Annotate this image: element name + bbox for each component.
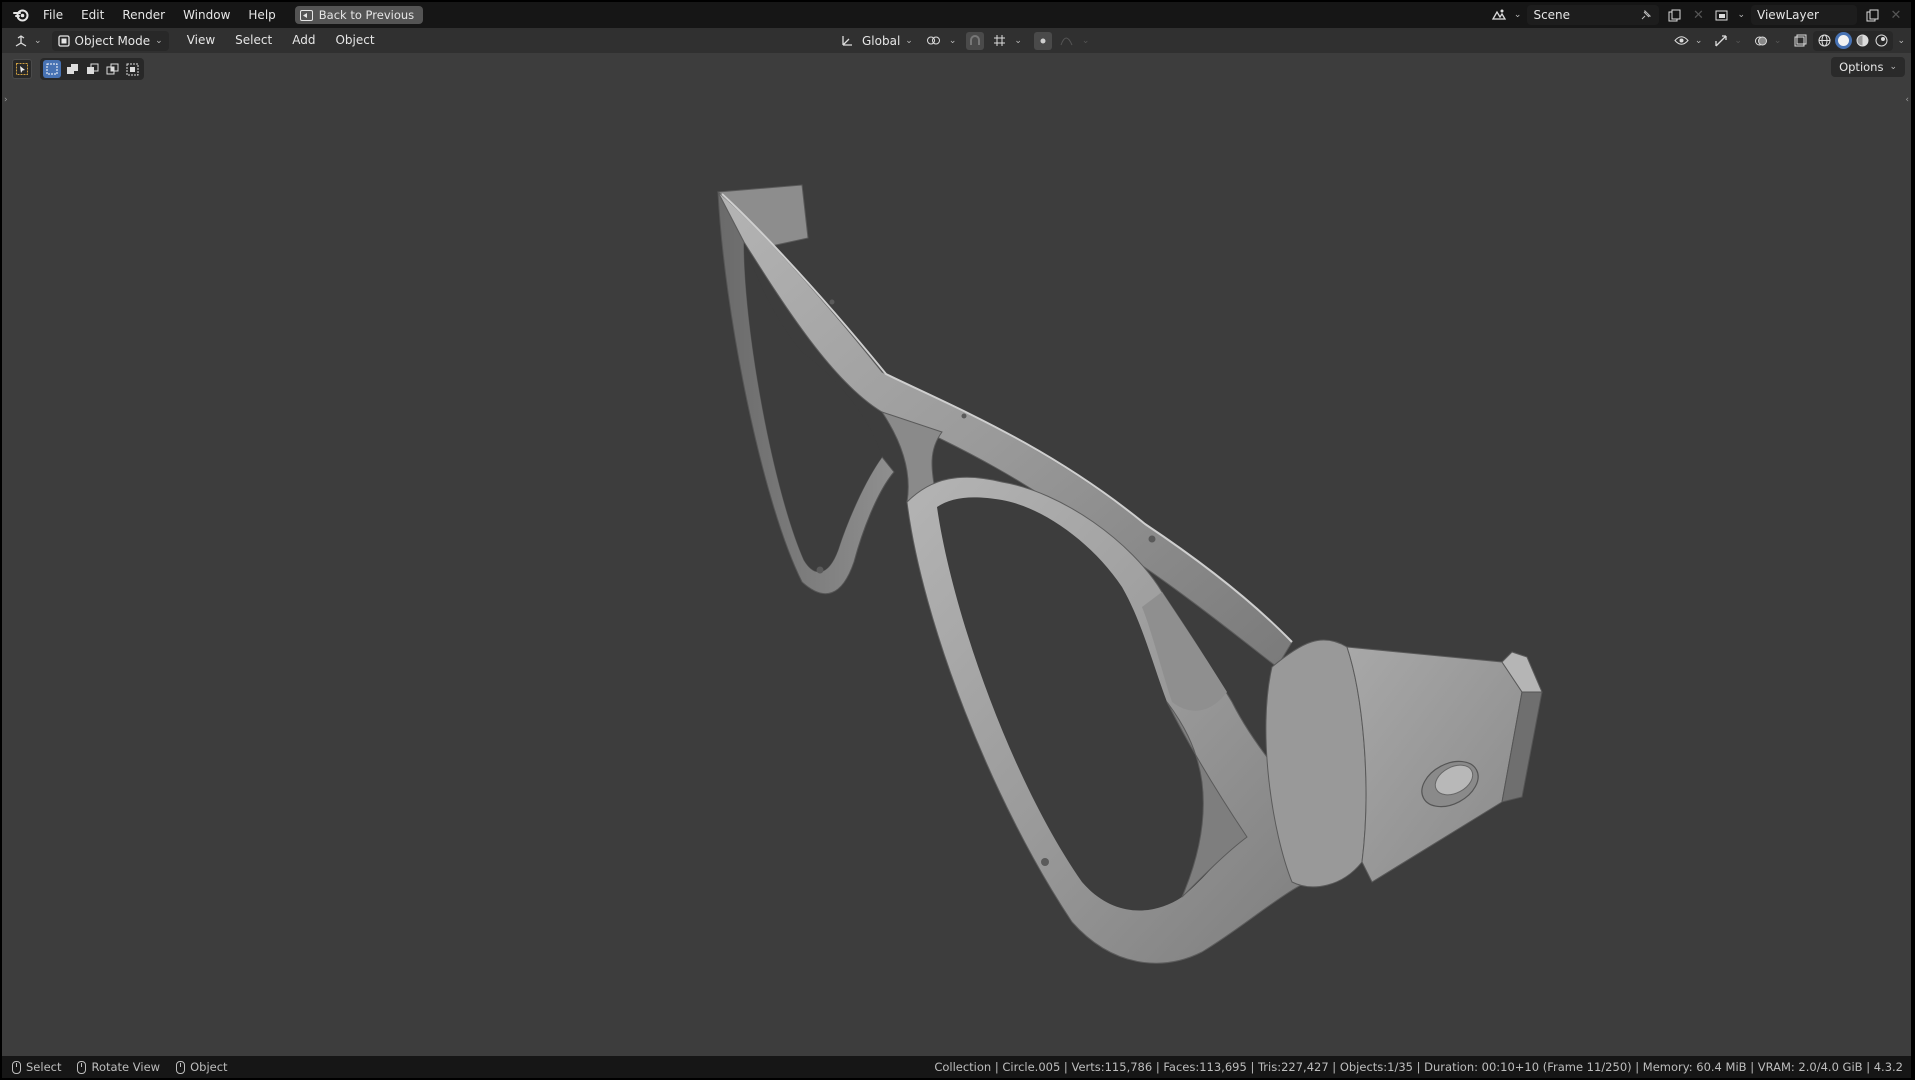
options-dropdown[interactable]: Options ⌄ (1831, 57, 1905, 77)
chevron-down-icon: ⌄ (1734, 35, 1742, 46)
3d-viewport[interactable] (2, 53, 1911, 1055)
viewlayer-browse-icon[interactable] (1713, 6, 1731, 24)
status-rotate-hint: Rotate View (77, 1060, 160, 1074)
status-object-hint: Object (176, 1060, 228, 1074)
top-menu-bar: File Edit Render Window Help Back to Pre… (2, 2, 1911, 28)
status-object-label: Object (190, 1060, 228, 1074)
status-rotate-label: Rotate View (91, 1060, 161, 1074)
viewlayer-name: ViewLayer (1757, 8, 1819, 22)
menu-window[interactable]: Window (174, 2, 239, 28)
transform-orientation-dropdown[interactable]: Global ⌄ (862, 31, 913, 51)
new-scene-icon[interactable] (1665, 6, 1683, 24)
falloff-icon[interactable] (1058, 32, 1076, 50)
status-select-hint: Select (12, 1060, 61, 1074)
select-subtract-icon[interactable] (83, 60, 101, 78)
delete-viewlayer-icon[interactable]: ✕ (1887, 6, 1905, 24)
chevron-down-icon: ⌄ (905, 35, 913, 46)
snap-target-icon[interactable] (990, 32, 1008, 50)
toolbar-expand-icon[interactable]: › (4, 95, 8, 105)
status-select-label: Select (26, 1060, 62, 1074)
xray-toggle-icon[interactable] (1791, 32, 1809, 50)
mouse-right-icon (176, 1060, 186, 1074)
snap-toggle-icon[interactable] (966, 31, 985, 50)
new-viewlayer-icon[interactable] (1863, 6, 1881, 24)
editor-type-icon[interactable] (12, 32, 30, 50)
blender-logo-icon[interactable] (8, 2, 34, 28)
chevron-down-icon: ⌄ (34, 35, 42, 46)
transform-orientation-label: Global (862, 33, 901, 48)
header-menu-select[interactable]: Select (227, 30, 280, 51)
chevron-down-icon: ⌄ (1737, 10, 1745, 20)
menu-help[interactable]: Help (239, 2, 284, 28)
delete-scene-icon[interactable]: ✕ (1689, 6, 1707, 24)
blender-window: File Edit Render Window Help Back to Pre… (2, 2, 1911, 1078)
visibility-eye-icon[interactable] (1673, 32, 1691, 50)
back-to-previous-button[interactable]: Back to Previous (294, 6, 424, 24)
chevron-down-icon: ⌄ (1513, 10, 1522, 20)
select-new-icon[interactable] (43, 60, 61, 78)
scene-name: Scene (1533, 8, 1571, 22)
selection-mode-group (40, 58, 144, 80)
object-mode-label: Object Mode (74, 33, 151, 48)
mouse-left-icon (12, 1060, 21, 1074)
viewlayer-name-field[interactable]: ViewLayer (1751, 5, 1857, 25)
object-mode-dropdown[interactable]: Object Mode ⌄ (51, 30, 169, 51)
scene-browse-icon[interactable] (1490, 6, 1508, 24)
chevron-down-icon: ⌄ (1081, 35, 1090, 46)
select-extend-icon[interactable] (63, 60, 81, 78)
wireframe-shading-icon[interactable] (1816, 32, 1833, 49)
chevron-down-icon: ⌄ (1897, 35, 1905, 46)
pivot-point-icon[interactable] (925, 32, 943, 50)
chevron-down-icon: ⌄ (1694, 35, 1703, 46)
back-to-previous-label: Back to Previous (318, 8, 415, 22)
header-menu-view[interactable]: View (179, 30, 223, 51)
select-intersect-icon[interactable] (123, 60, 141, 78)
object-mode-icon (57, 34, 70, 47)
rendered-shading-icon[interactable] (1873, 32, 1890, 49)
menu-render[interactable]: Render (113, 2, 174, 28)
solid-shading-icon[interactable] (1835, 32, 1853, 49)
tool-header (12, 58, 144, 80)
scene-statistics: Collection | Circle.005 | Verts:115,786 … (934, 1060, 1903, 1074)
sidebar-expand-icon[interactable]: ‹ (1905, 95, 1909, 105)
mouse-middle-icon (77, 1060, 87, 1074)
scene-name-field[interactable]: Scene (1527, 5, 1660, 25)
transform-orientation-icon (838, 32, 856, 50)
shading-mode-group (1813, 30, 1894, 51)
header-menu-object[interactable]: Object (327, 30, 382, 51)
gizmo-icon[interactable] (1712, 32, 1730, 50)
status-bar: Select Rotate View Object Collection | C… (2, 1056, 1911, 1078)
options-label: Options (1839, 60, 1884, 74)
pin-icon[interactable] (1637, 7, 1653, 23)
chevron-down-icon: ⌄ (948, 35, 957, 46)
header-menu-add[interactable]: Add (284, 30, 323, 51)
chevron-down-icon: ⌄ (1889, 62, 1897, 72)
viewport-header: ⌄ Object Mode ⌄ View Select Add Object G… (2, 28, 1911, 53)
eyeglasses-model (717, 184, 1543, 964)
select-tool-icon[interactable] (12, 59, 32, 79)
proportional-editing-icon[interactable] (1033, 31, 1052, 50)
chevron-down-icon: ⌄ (1773, 35, 1782, 46)
select-invert-icon[interactable] (103, 60, 121, 78)
screen-back-icon (299, 9, 313, 21)
menu-edit[interactable]: Edit (72, 2, 113, 28)
menu-file[interactable]: File (34, 2, 72, 28)
material-shading-icon[interactable] (1854, 32, 1871, 49)
chevron-down-icon: ⌄ (1014, 35, 1022, 46)
overlays-icon[interactable] (1752, 32, 1770, 50)
chevron-down-icon: ⌄ (155, 35, 163, 46)
